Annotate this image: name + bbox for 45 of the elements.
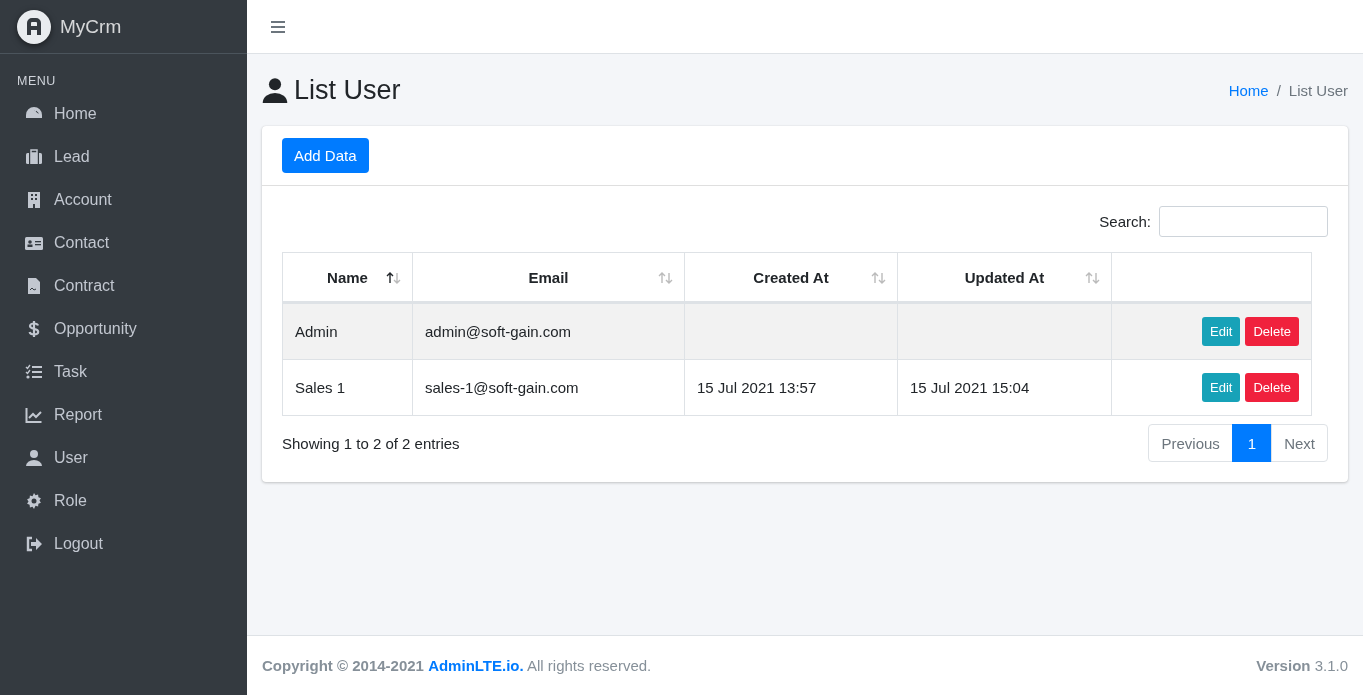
copyright-text: Copyright © 2014-2021 AdminLTE.io. All rights reserved. <box>262 657 652 674</box>
breadcrumb-separator: / <box>1276 81 1281 99</box>
delete-button[interactable]: Delete <box>1245 373 1299 402</box>
page-title: List User <box>294 74 401 106</box>
sidebar-item[interactable]: Logout <box>8 522 239 565</box>
tasks-icon <box>24 362 44 381</box>
sidebar-item[interactable]: Report <box>8 393 239 436</box>
sort-icon[interactable] <box>386 272 402 284</box>
delete-button[interactable]: Delete <box>1245 317 1299 346</box>
pagination-button[interactable]: Next <box>1271 424 1328 462</box>
table-cell: 15 Jul 2021 15:04 <box>897 359 1112 416</box>
chart-icon <box>24 405 44 424</box>
table-cell: 15 Jul 2021 13:57 <box>684 359 898 416</box>
adminlte-link[interactable]: AdminLTE.io. <box>428 657 524 674</box>
add-data-button[interactable]: Add Data <box>282 138 369 173</box>
breadcrumb-link[interactable]: Home <box>1228 81 1269 99</box>
entries-info: Showing 1 to 2 of 2 entries <box>282 434 460 452</box>
sidebar-item[interactable]: Task <box>8 350 239 393</box>
sidebar-item[interactable]: Account <box>8 178 239 221</box>
pagination-button[interactable]: Previous <box>1148 424 1233 462</box>
sidebar-item[interactable]: Opportunity <box>8 307 239 350</box>
search-field[interactable] <box>1159 206 1328 237</box>
logo-icon <box>17 9 51 44</box>
version-text: Version 3.1.0 <box>1256 657 1348 674</box>
table-cell: admin@soft-gain.com <box>412 302 685 360</box>
sidebar-item[interactable]: Lead <box>8 135 239 178</box>
page-button[interactable]: 1 <box>1231 424 1273 462</box>
search-label: Search: <box>1099 213 1151 230</box>
user-icon <box>24 448 44 467</box>
menu-icon[interactable] <box>270 19 286 34</box>
gear-icon <box>24 491 44 510</box>
menu-header: MENU <box>16 73 57 90</box>
briefcase-icon <box>24 147 44 166</box>
sidebar-item[interactable]: Contact <box>8 221 239 264</box>
table-cell: Sales 1 <box>282 359 413 416</box>
sidebar-item[interactable]: User <box>8 436 239 479</box>
logout-icon <box>24 534 44 553</box>
sidebar-item[interactable]: Contract <box>8 264 239 307</box>
brand-name: MyCrm <box>60 15 122 38</box>
sidebar-item[interactable]: Home <box>8 92 239 135</box>
table-cell: Admin <box>282 302 413 360</box>
table-cell: sales-1@soft-gain.com <box>412 359 685 416</box>
breadcrumb-current: List User <box>1288 81 1348 99</box>
user-icon <box>262 76 288 104</box>
sidebar-item[interactable]: Role <box>8 479 239 522</box>
